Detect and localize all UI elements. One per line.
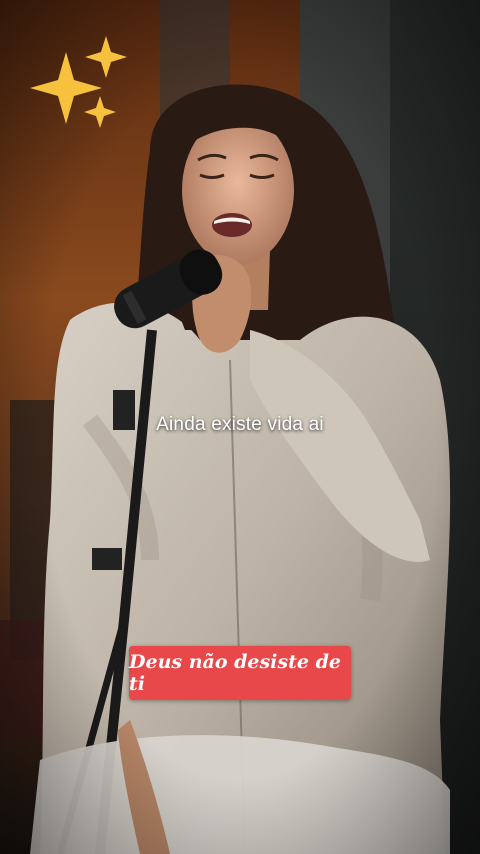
sparkle-top-icon [85, 36, 127, 78]
video-frame: Ainda existe vida ai Deus não desiste de… [0, 0, 480, 854]
sparkles-icon [30, 36, 127, 128]
text-sticker: Deus não desiste de ti [129, 646, 351, 700]
lyric-caption: Ainda existe vida ai [156, 414, 324, 435]
sparkle-small-icon [84, 96, 116, 128]
text-sticker-label: Deus não desiste de ti [129, 651, 341, 695]
